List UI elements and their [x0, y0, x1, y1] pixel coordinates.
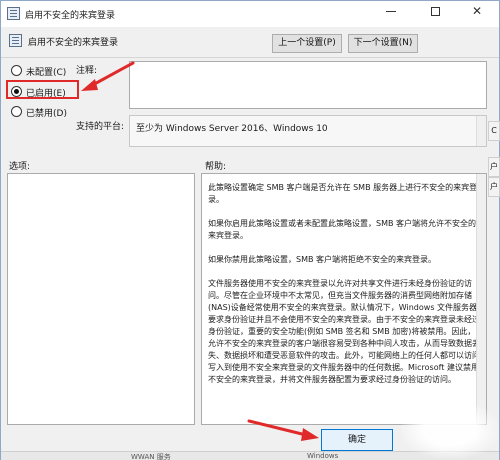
- annotation-arrow-upper: [81, 61, 135, 91]
- watermark-overlay: [401, 401, 499, 459]
- group-policy-setting-dialog: 启用不安全的来宾登录 ✕ 启用不安全的来宾登录 上一个设置(P) 下一个设置(N…: [0, 0, 500, 460]
- annotation-arrows: [81, 61, 319, 441]
- annotation-arrow-lower: [247, 419, 319, 441]
